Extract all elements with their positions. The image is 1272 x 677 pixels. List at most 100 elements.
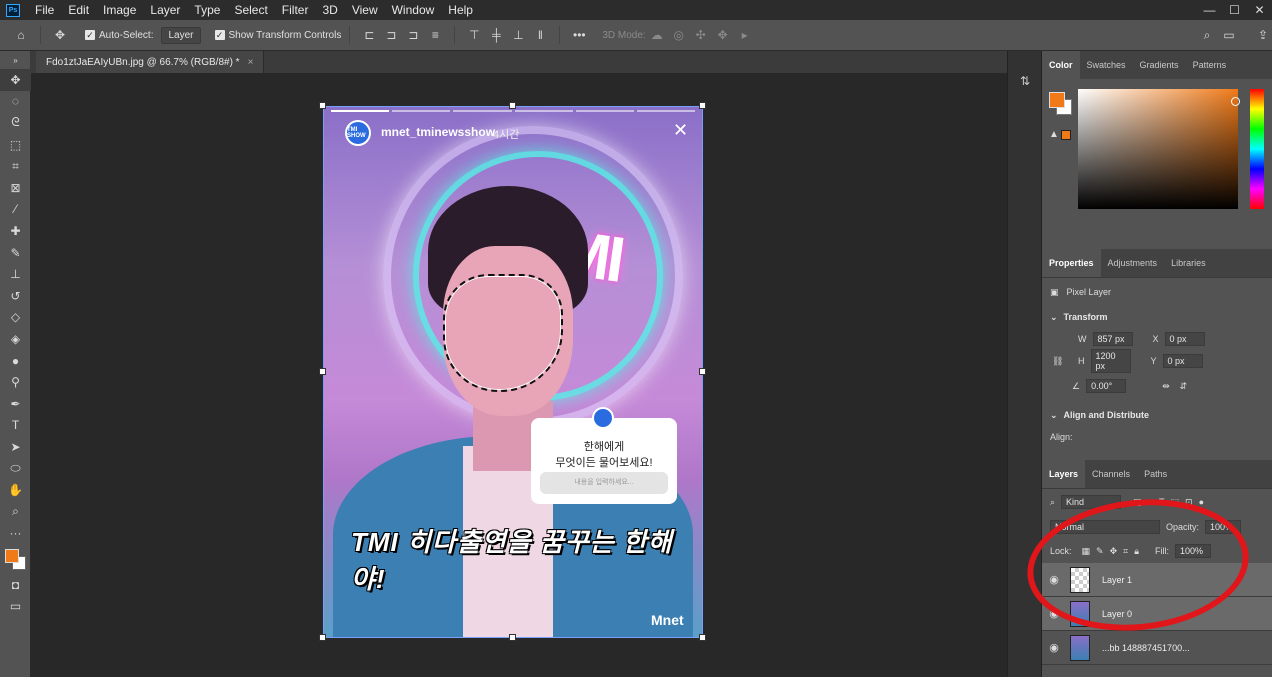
align-bottom-icon[interactable]: ⊥ xyxy=(511,28,525,42)
paint-bucket-tool-icon[interactable]: ◈ xyxy=(0,328,31,350)
align-middle-icon[interactable]: ╪ xyxy=(489,28,503,42)
document-tab[interactable]: Fdo1ztJaEAIyUBn.jpg @ 66.7% (RGB/8#) * × xyxy=(36,51,265,73)
lock-position-icon[interactable]: ✥ xyxy=(1110,546,1118,557)
workspace-icon[interactable]: ▭ xyxy=(1222,28,1236,42)
dodge-tool-icon[interactable]: ⚲ xyxy=(0,371,31,393)
crop-tool-icon[interactable]: ⌗ xyxy=(0,155,31,177)
menu-edit[interactable]: Edit xyxy=(61,0,96,20)
gamut-swatch[interactable] xyxy=(1061,130,1071,140)
menu-view[interactable]: View xyxy=(345,0,385,20)
lock-brush-icon[interactable]: ✎ xyxy=(1096,546,1104,557)
move-tool-icon[interactable]: ✥ xyxy=(0,69,31,91)
eye-icon[interactable]: ◉ xyxy=(1042,607,1066,620)
shape-tool-icon[interactable]: ⬭ xyxy=(0,458,31,480)
auto-select-dropdown[interactable]: Layer xyxy=(161,26,201,44)
filter-adjustment-icon[interactable]: ◐ xyxy=(1148,497,1153,507)
marquee-tool-icon[interactable]: ◌ xyxy=(0,91,31,113)
transform-handle-top-right[interactable] xyxy=(699,102,706,109)
eye-icon[interactable]: ◉ xyxy=(1042,641,1066,654)
menu-help[interactable]: Help xyxy=(441,0,480,20)
filter-kind-dropdown[interactable]: Kind xyxy=(1061,495,1122,509)
auto-select-value[interactable]: Layer xyxy=(161,26,201,44)
tab-adjustments[interactable]: Adjustments xyxy=(1101,258,1165,268)
menu-filter[interactable]: Filter xyxy=(275,0,316,20)
align-section-header[interactable]: ⌄ Align and Distribute xyxy=(1042,404,1272,426)
blend-mode-dropdown[interactable]: Normal xyxy=(1050,520,1160,534)
home-icon[interactable]: ⌂ xyxy=(14,28,28,42)
tab-libraries[interactable]: Libraries xyxy=(1164,258,1213,268)
lock-all-icon[interactable]: 🔒︎ xyxy=(1134,546,1139,557)
edit-toolbar-icon[interactable]: ··· xyxy=(0,522,31,544)
eye-icon[interactable]: ◉ xyxy=(1042,573,1066,586)
tab-swatches[interactable]: Swatches xyxy=(1080,60,1133,70)
x-field[interactable]: 0 px xyxy=(1164,332,1205,346)
transform-handle-bottom-left[interactable] xyxy=(319,634,326,641)
tab-channels[interactable]: Channels xyxy=(1085,469,1137,479)
tab-properties[interactable]: Properties xyxy=(1042,249,1101,277)
layer-row-layer-1[interactable]: ◉ Layer 1 xyxy=(1042,563,1272,597)
filter-pixel-icon[interactable]: ▣ xyxy=(1133,497,1142,508)
auto-select-checkbox[interactable]: ✓ xyxy=(85,30,95,40)
menu-3d[interactable]: 3D xyxy=(315,0,344,20)
y-field[interactable]: 0 px xyxy=(1162,354,1203,368)
flip-vertical-icon[interactable]: ⇵ xyxy=(1180,381,1188,392)
show-transform-checkbox[interactable]: ✓ xyxy=(214,30,225,40)
tab-paths[interactable]: Paths xyxy=(1137,469,1174,479)
eraser-tool-icon[interactable]: ◇ xyxy=(0,307,31,329)
pen-tool-icon[interactable]: ✒ xyxy=(0,393,31,415)
transform-handle-top[interactable] xyxy=(509,102,516,109)
filter-shape-icon[interactable]: ⬚ xyxy=(1171,497,1180,508)
tab-color[interactable]: Color xyxy=(1042,51,1080,79)
width-field[interactable]: 857 px xyxy=(1092,332,1133,346)
close-window-button[interactable]: ✕ xyxy=(1247,0,1272,20)
align-center-icon[interactable]: ⊐ xyxy=(384,28,398,42)
filter-toggle-icon[interactable]: ● xyxy=(1199,497,1204,507)
filter-smart-object-icon[interactable]: ⊡ xyxy=(1185,497,1193,508)
transform-section-header[interactable]: ⌄ Transform xyxy=(1042,306,1272,328)
more-options-button[interactable]: ••• xyxy=(572,28,586,42)
3d-pan-icon[interactable]: ✣ xyxy=(694,28,708,42)
opacity-field[interactable]: 100% xyxy=(1205,520,1242,534)
color-picker-field[interactable] xyxy=(1078,89,1240,209)
search-icon[interactable]: ⌕ xyxy=(1200,28,1214,42)
path-selection-tool-icon[interactable]: ➤ xyxy=(0,436,31,458)
quick-mask-icon[interactable]: ◘ xyxy=(0,574,31,596)
close-tab-icon[interactable]: × xyxy=(248,57,254,68)
color-picker-cursor[interactable] xyxy=(1231,97,1240,106)
foreground-color-swatch[interactable] xyxy=(5,549,19,564)
align-right-icon[interactable]: ⊐ xyxy=(406,28,420,42)
3d-slide-icon[interactable]: ✥ xyxy=(716,28,730,42)
minimize-button[interactable]: — xyxy=(1197,0,1222,20)
hand-tool-icon[interactable]: ✋ xyxy=(0,479,31,501)
screen-mode-icon[interactable]: ▭ xyxy=(0,596,31,618)
3d-roll-icon[interactable]: ◎ xyxy=(672,28,686,42)
menu-layer[interactable]: Layer xyxy=(143,0,187,20)
auto-select-option[interactable]: ✓ Auto-Select: xyxy=(85,30,153,41)
lasso-tool-icon[interactable]: ᘓ xyxy=(0,112,31,134)
hue-slider[interactable] xyxy=(1250,89,1264,209)
layer-row-layer-0[interactable]: ◉ Layer 0 xyxy=(1042,597,1272,631)
align-left-icon[interactable]: ⊏ xyxy=(362,28,376,42)
zoom-tool-icon[interactable]: ⌕ xyxy=(0,501,31,523)
lock-artboard-icon[interactable]: ⌗ xyxy=(1123,546,1128,557)
transform-handle-bottom-right[interactable] xyxy=(699,634,706,641)
transform-handle-bottom[interactable] xyxy=(509,634,516,641)
color-swatches[interactable] xyxy=(0,544,31,574)
menu-file[interactable]: File xyxy=(28,0,61,20)
menu-window[interactable]: Window xyxy=(385,0,442,20)
filter-type-icon[interactable]: T xyxy=(1159,497,1165,507)
menu-image[interactable]: Image xyxy=(96,0,143,20)
3d-orbit-icon[interactable]: ☁ xyxy=(650,28,664,42)
distribute-icon[interactable]: ≡ xyxy=(428,28,442,42)
menu-type[interactable]: Type xyxy=(187,0,227,20)
flip-horizontal-icon[interactable]: ⇹ xyxy=(1162,381,1170,392)
history-brush-tool-icon[interactable]: ↺ xyxy=(0,285,31,307)
transform-handle-left[interactable] xyxy=(319,368,326,375)
panel-foreground-swatch[interactable] xyxy=(1049,92,1065,108)
healing-brush-tool-icon[interactable]: ✚ xyxy=(0,220,31,242)
type-tool-icon[interactable]: T xyxy=(0,415,31,437)
blur-tool-icon[interactable]: ● xyxy=(0,350,31,372)
angle-field[interactable]: 0.00° xyxy=(1086,379,1127,393)
maximize-button[interactable]: ☐ xyxy=(1222,0,1247,20)
eyedropper-tool-icon[interactable]: ⁄ xyxy=(0,199,31,221)
